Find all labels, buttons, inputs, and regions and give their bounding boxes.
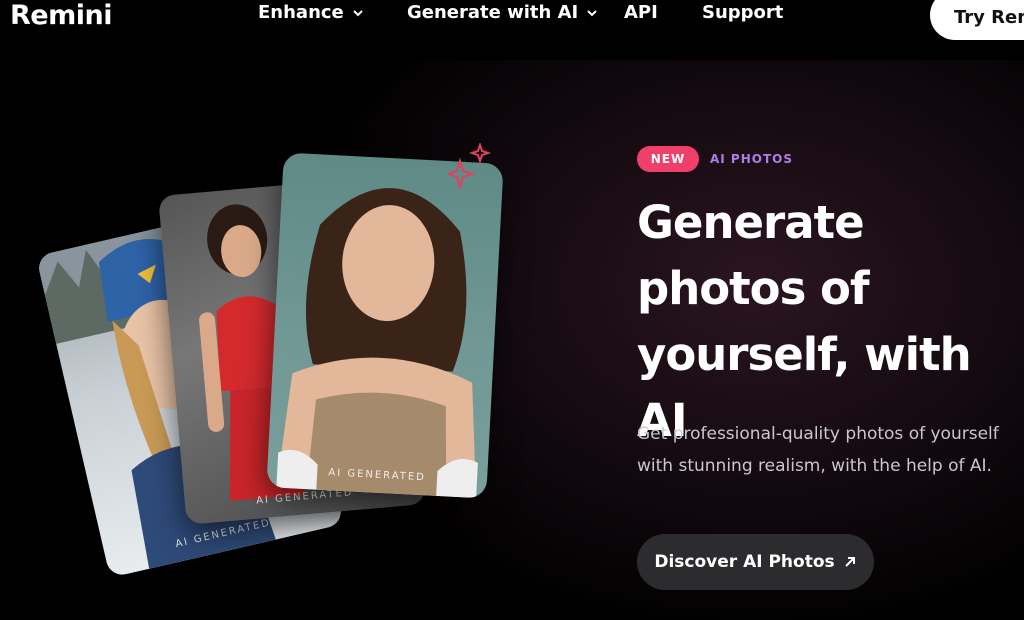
nav-support[interactable]: Support [702,0,783,26]
remini-logo[interactable]: Remini [10,0,112,32]
external-link-icon [844,557,855,567]
nav-api[interactable]: API [624,0,658,26]
nav-support-label: Support [702,2,784,23]
discover-ai-photos-button[interactable]: Discover AI Photos [637,534,874,590]
chevron-down-icon [353,10,363,17]
discover-ai-photos-label: Discover AI Photos [654,552,835,572]
category-label: AI PHOTOS [710,152,793,166]
featured-portrait-image [276,188,478,499]
nav-generate-with-ai[interactable]: Generate with AI [407,0,598,26]
nav-generate-with-ai-label: Generate with AI [407,2,579,23]
photo-card-featured: AI GENERATED [266,152,504,499]
sparkle-icon [448,143,492,191]
nav-api-label: API [624,2,658,23]
nav-enhance[interactable]: Enhance [258,0,364,26]
nav-enhance-label: Enhance [258,2,344,23]
hero-description: Get professional-quality photos of yours… [637,424,999,476]
new-badge: NEW [637,146,699,172]
try-remini-button[interactable]: Try Rem [930,0,1024,40]
chevron-down-icon [587,10,597,17]
page-title: Generate photos of yourself, with AI [637,196,972,447]
